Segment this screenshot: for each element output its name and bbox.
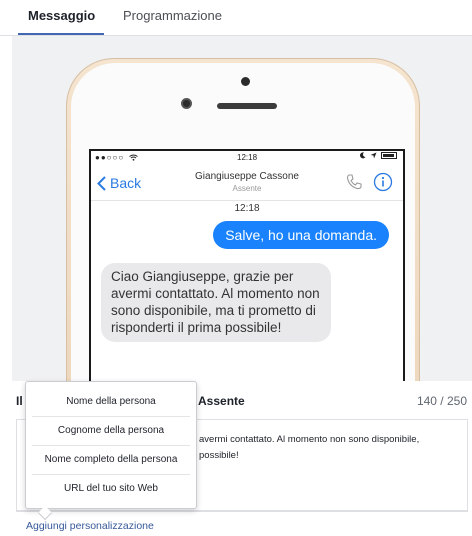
conversation-header: Back Giangiuseppe Cassone Assente (91, 165, 403, 201)
proximity-sensor (241, 77, 250, 86)
menu-item-full-name[interactable]: Nome completo della persona (32, 446, 190, 474)
add-personalization-link[interactable]: Aggiungi personalizzazione (26, 520, 154, 532)
info-icon[interactable] (373, 172, 393, 192)
signal-dots: ●●○○○ (95, 153, 125, 162)
incoming-message-bubble: Ciao Giangiuseppe, grazie per avermi con… (101, 263, 331, 342)
earpiece-speaker (217, 103, 277, 109)
battery-icon (381, 152, 397, 159)
tab-messaggio[interactable]: Messaggio (28, 8, 95, 23)
status-bar: ●●○○○ 12:18 (91, 151, 403, 165)
message-preview: ●●○○○ 12:18 Back Giangiuseppe Cassone As… (12, 36, 472, 381)
front-camera (181, 98, 192, 109)
tab-bar: Messaggio Programmazione (0, 0, 472, 36)
message-text: avermi contattato. Al momento non sono d… (199, 432, 461, 464)
phone-call-icon[interactable] (345, 173, 363, 191)
status-time: 12:18 (237, 153, 258, 162)
moon-icon (360, 152, 366, 159)
menu-item-website-url[interactable]: URL del tuo sito Web (32, 475, 190, 503)
wifi-icon (129, 154, 139, 162)
message-timestamp: 12:18 (234, 203, 260, 214)
phone-screen: ●●○○○ 12:18 Back Giangiuseppe Cassone As… (89, 149, 405, 381)
section-title: Assente (198, 394, 245, 408)
tab-programmazione[interactable]: Programmazione (123, 8, 222, 23)
personalization-menu: Nome della persona Cognome della persona… (25, 381, 197, 521)
outgoing-message-bubble: Salve, ho una domanda. (213, 221, 389, 249)
location-arrow-icon (370, 152, 377, 159)
menu-item-last-name[interactable]: Cognome della persona (32, 417, 190, 445)
message-text-line: possibile! (199, 450, 239, 461)
message-text-line: avermi contattato. Al momento non sono d… (199, 434, 420, 445)
active-tab-indicator (18, 33, 104, 35)
menu-item-first-name[interactable]: Nome della persona (32, 388, 190, 416)
status-icons (359, 152, 397, 159)
signal-indicator: ●●○○○ (95, 153, 139, 162)
divider (16, 511, 468, 512)
phone-mockup: ●●○○○ 12:18 Back Giangiuseppe Cassone As… (66, 58, 420, 381)
section-title-partial: Il (16, 394, 23, 408)
phone-face: ●●○○○ 12:18 Back Giangiuseppe Cassone As… (71, 63, 415, 381)
character-counter: 140 / 250 (416, 394, 467, 408)
